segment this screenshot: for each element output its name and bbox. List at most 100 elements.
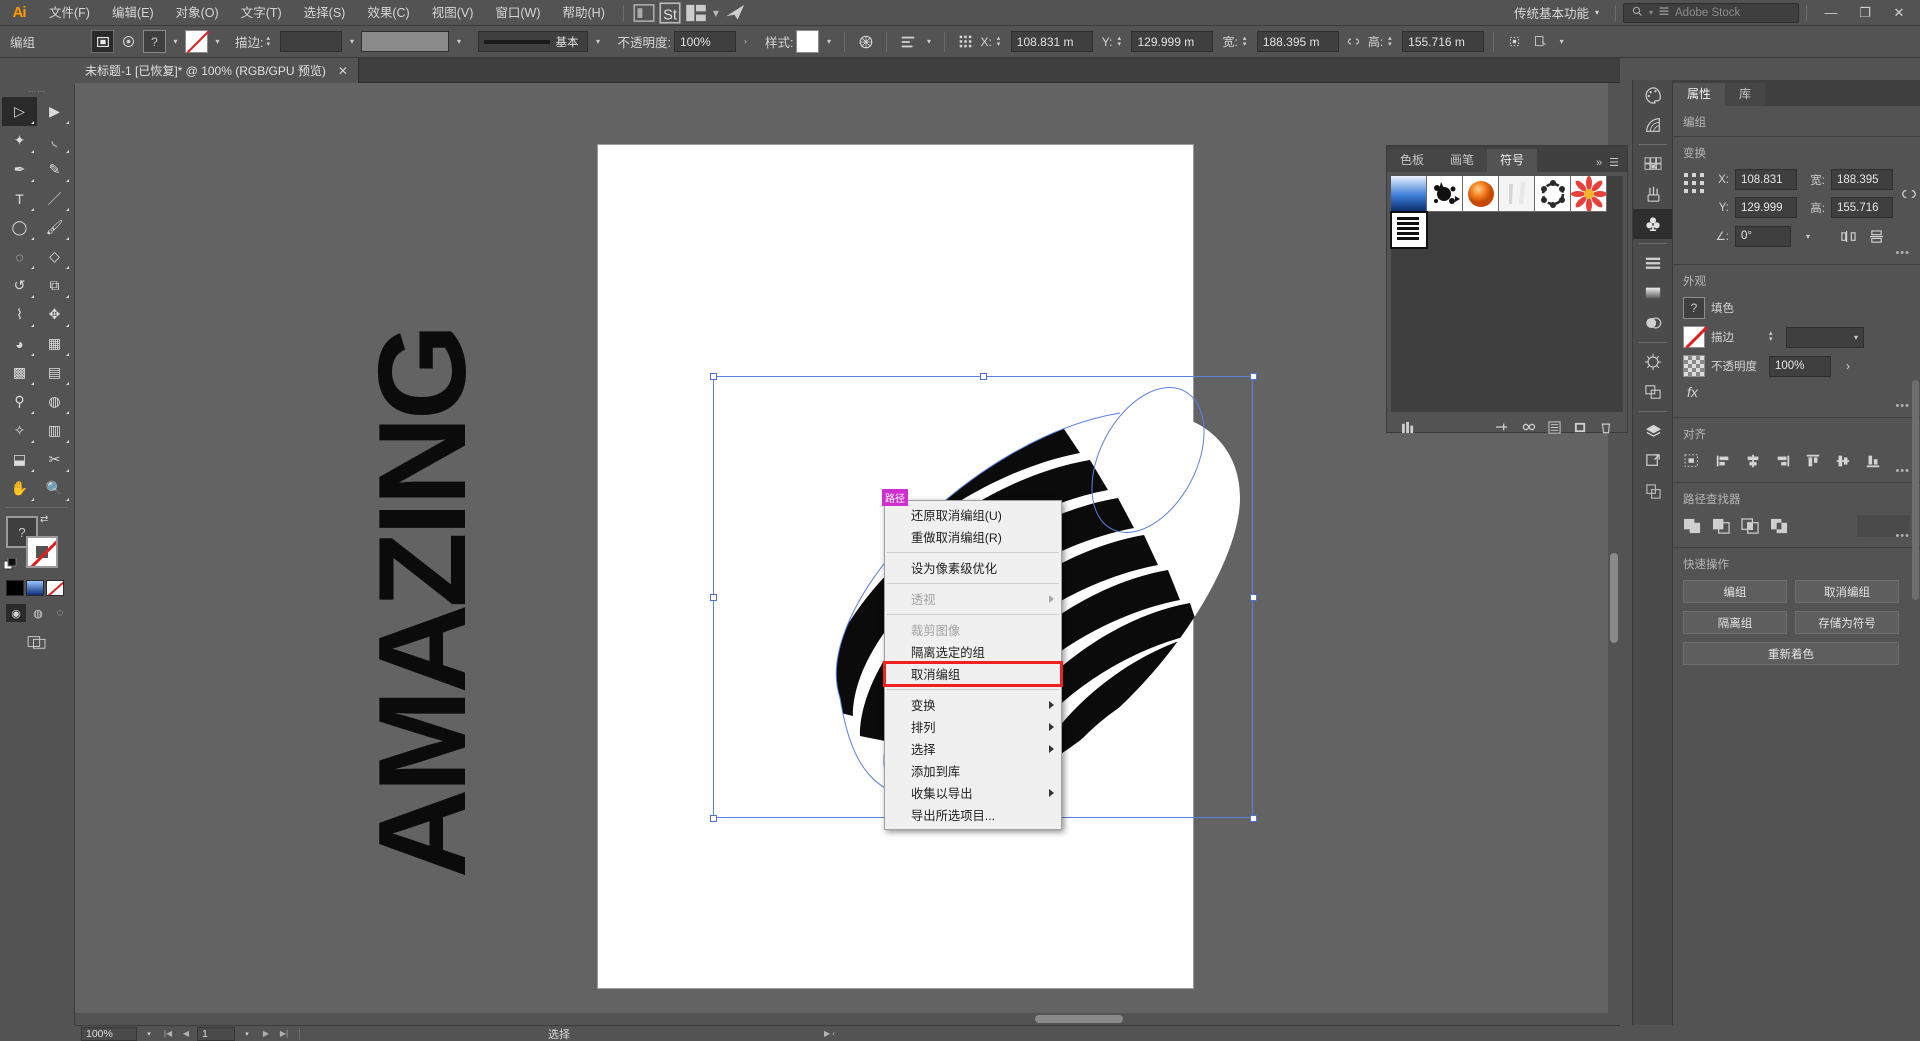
screen-mode-icon[interactable] <box>24 632 50 652</box>
pathfinder-exclude-icon[interactable] <box>1770 515 1790 537</box>
pathfinder-intersect-icon[interactable] <box>1741 515 1761 537</box>
symbol-sprayer-tool[interactable]: ✧ <box>2 416 37 445</box>
context-menu-item-9[interactable]: 取消编组 <box>885 663 1061 685</box>
effects-fx-label[interactable]: fx <box>1683 384 1698 400</box>
align-to-selection-icon[interactable] <box>1683 450 1703 472</box>
zoom-level-input[interactable]: 100% <box>81 1027 137 1041</box>
place-instance-icon[interactable] <box>1489 421 1515 433</box>
transform-reference-point-icon[interactable] <box>1683 169 1705 197</box>
horizontal-scroll-thumb[interactable] <box>1035 1015 1123 1023</box>
symbol-red-flower[interactable] <box>1571 176 1607 212</box>
symbols-panel-tab-0[interactable]: 色板 <box>1387 149 1437 172</box>
height-input[interactable]: 155.716 m <box>1402 31 1484 52</box>
menu-item-2[interactable]: 对象(O) <box>165 0 230 26</box>
artboard-tool[interactable]: ⬓ <box>2 445 37 474</box>
minimize-button[interactable]: — <box>1814 0 1848 26</box>
align-more-options[interactable]: ••• <box>1895 465 1910 477</box>
fill-chevron-icon[interactable]: ▾ <box>169 30 182 53</box>
swatches-icon[interactable] <box>1633 149 1673 179</box>
draw-normal-icon[interactable]: ◉ <box>6 604 26 622</box>
transform-y-input[interactable]: 129.999 <box>1735 197 1797 218</box>
shape-builder-tool[interactable]: ◕ <box>2 329 37 358</box>
stock-search-box[interactable]: ▾ Adobe Stock <box>1623 3 1799 23</box>
break-link-icon[interactable] <box>1515 421 1541 433</box>
zoom-chevron-icon[interactable]: ▾ <box>141 1027 157 1041</box>
flip-vertical-icon[interactable] <box>1865 225 1887 247</box>
symbols-icon[interactable] <box>1633 209 1673 239</box>
transform-w-input[interactable]: 188.395 <box>1831 169 1893 190</box>
swap-fill-stroke-icon[interactable]: ⇄ <box>40 514 48 525</box>
appearance-stroke-weight-select[interactable]: ▾ <box>1786 327 1864 348</box>
symbol-blue-gradient[interactable] <box>1391 176 1427 212</box>
selection-handle-tr[interactable] <box>1250 373 1257 380</box>
flip-horizontal-icon[interactable] <box>1837 225 1859 247</box>
mesh-tool[interactable]: ▩ <box>2 358 37 387</box>
context-menu[interactable]: 还原取消编组(U)重做取消编组(R)设为像素级优化透视裁剪图像隔离选定的组取消编… <box>884 500 1062 830</box>
menu-item-3[interactable]: 文字(T) <box>230 0 293 26</box>
slice-tool[interactable]: ✂ <box>37 445 72 474</box>
arrange-documents-icon[interactable] <box>683 0 709 26</box>
appearance-opacity-input[interactable]: 100% <box>1769 356 1831 377</box>
align-icon[interactable] <box>1633 248 1673 278</box>
height-stepper[interactable]: ▴▾ <box>1388 31 1399 52</box>
arrange-chevron-icon[interactable]: ▾ <box>709 0 723 26</box>
stroke-type-chevron-icon[interactable]: ▾ <box>452 30 465 53</box>
free-transform-tool[interactable]: ✥ <box>37 300 72 329</box>
opacity-input[interactable]: 100% <box>674 31 736 52</box>
selection-handle-tl[interactable] <box>710 373 717 380</box>
selection-tool[interactable]: ▷ <box>2 97 37 126</box>
amazing-text-artwork[interactable]: AMAZING <box>330 388 515 818</box>
context-menu-item-11[interactable]: 变换 <box>885 694 1061 716</box>
vertical-scroll-thumb[interactable] <box>1610 553 1618 643</box>
pathfinder-icon[interactable] <box>1633 476 1673 506</box>
selection-handle-tc[interactable] <box>980 373 987 380</box>
blend-tool[interactable]: ◍ <box>37 387 72 416</box>
quick-action-重新着色[interactable]: 重新着色 <box>1683 642 1899 665</box>
context-menu-item-3[interactable]: 设为像素级优化 <box>885 557 1061 579</box>
type-tool[interactable]: T <box>2 184 37 213</box>
stroke-swatch[interactable] <box>26 536 58 568</box>
canvas-horizontal-scrollbar[interactable] <box>75 1013 1608 1025</box>
stock-icon[interactable]: St <box>657 0 683 26</box>
fill-color-swatch[interactable]: ? <box>143 30 166 53</box>
opacity-expand-icon[interactable]: › <box>739 30 752 53</box>
menu-item-7[interactable]: 窗口(W) <box>484 0 551 26</box>
artboards-icon[interactable] <box>1633 377 1673 407</box>
x-input[interactable]: 108.831 m <box>1011 31 1093 52</box>
quick-action-隔离组[interactable]: 隔离组 <box>1683 611 1787 634</box>
quick-action-存储为符号[interactable]: 存储为符号 <box>1795 611 1899 634</box>
maximize-button[interactable]: ❐ <box>1848 0 1882 26</box>
y-input[interactable]: 129.999 m <box>1131 31 1213 52</box>
links-icon[interactable] <box>1633 446 1673 476</box>
curvature-tool[interactable]: ✎ <box>37 155 72 184</box>
x-stepper[interactable]: ▴▾ <box>997 31 1008 52</box>
align-chevron-icon[interactable]: ▾ <box>922 30 935 53</box>
recolor-artwork-icon[interactable] <box>854 30 877 53</box>
symbol-light-beam[interactable] <box>1499 176 1535 212</box>
align-left-icon[interactable] <box>1713 450 1733 472</box>
ellipse-tool[interactable]: ◯ <box>2 213 37 242</box>
appearance-more-options[interactable]: ••• <box>1895 400 1910 412</box>
isolate-group-icon[interactable] <box>91 30 114 53</box>
symbol-libraries-icon[interactable] <box>1395 421 1421 434</box>
selection-handle-mr[interactable] <box>1250 594 1257 601</box>
pathfinder-minus-front-icon[interactable] <box>1712 515 1732 537</box>
appearance-opacity-swatch[interactable] <box>1683 355 1705 377</box>
color-swatch-gradient[interactable] <box>26 580 44 596</box>
width-input[interactable]: 188.395 m <box>1257 31 1339 52</box>
symbols-swatch-area[interactable] <box>1391 176 1623 412</box>
menu-item-4[interactable]: 选择(S) <box>293 0 357 26</box>
panel-menu-icon[interactable]: ☰ <box>1609 156 1619 169</box>
draw-inside-icon[interactable]: ◌ <box>50 604 70 622</box>
link-dimensions-icon[interactable] <box>1901 183 1917 205</box>
context-menu-item-0[interactable]: 还原取消编组(U) <box>885 504 1061 526</box>
tools-panel-grip[interactable]: ⋯⋯ <box>0 85 74 97</box>
stroke-weight-stepper[interactable]: ▴▾ <box>266 31 277 52</box>
symbol-options-icon[interactable] <box>1541 421 1567 434</box>
pathfinder-more-options[interactable]: ••• <box>1895 530 1910 542</box>
menu-item-6[interactable]: 视图(V) <box>421 0 485 26</box>
perspective-grid-tool[interactable]: ▦ <box>37 329 72 358</box>
eraser-tool[interactable]: ◇ <box>37 242 72 271</box>
status-menu-icon[interactable]: ▶ ‹ <box>824 1029 835 1038</box>
discover-icon[interactable] <box>723 0 749 26</box>
